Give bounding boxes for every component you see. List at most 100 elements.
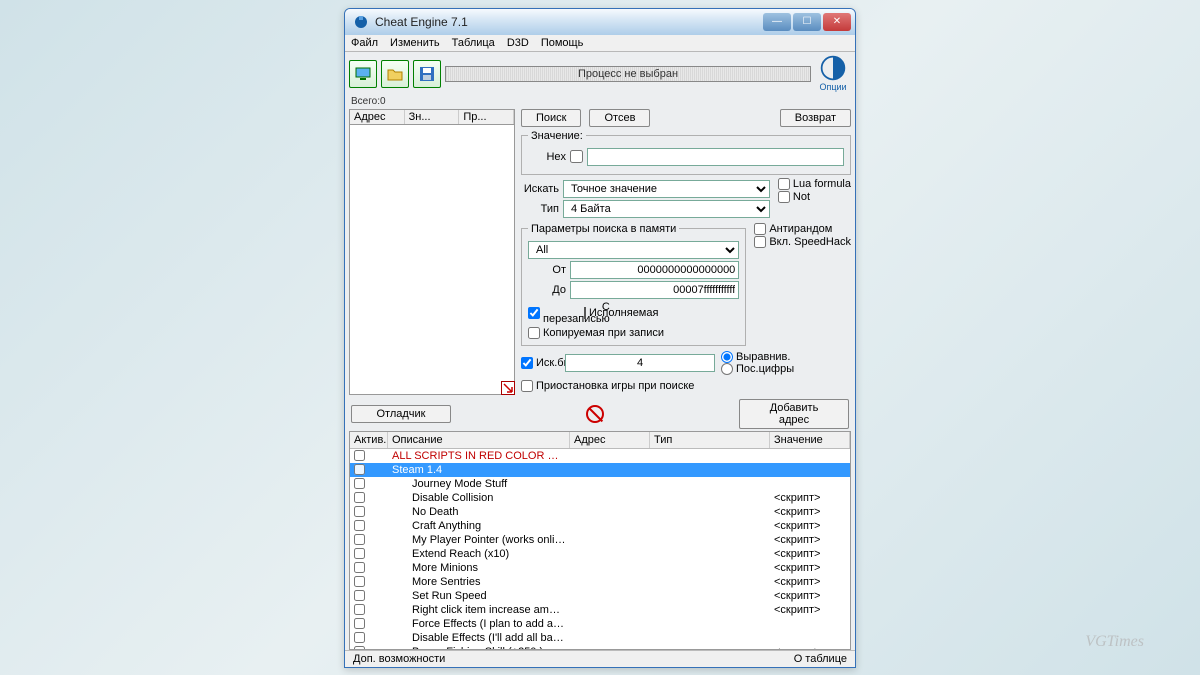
- select-process-button[interactable]: [349, 60, 377, 88]
- row-description: My Player Pointer (works online + offlin…: [388, 533, 570, 547]
- open-button[interactable]: [381, 60, 409, 88]
- close-button[interactable]: ✕: [823, 13, 851, 31]
- debugger-button[interactable]: Отладчик: [351, 405, 451, 423]
- row-address: [570, 547, 650, 561]
- maximize-button[interactable]: ☐: [793, 13, 821, 31]
- monitor-icon: [354, 65, 372, 83]
- row-active-checkbox[interactable]: [354, 520, 365, 531]
- menu-help[interactable]: Помощь: [541, 37, 584, 49]
- col-value[interactable]: Зн...: [405, 110, 460, 124]
- th-active[interactable]: Актив.: [350, 432, 388, 448]
- valuetype-select[interactable]: 4 Байта: [563, 200, 770, 218]
- copyonwrite-checkbox-row[interactable]: Копируемая при записи: [528, 327, 739, 339]
- table-row[interactable]: Craft Anything<скрипт>: [350, 519, 850, 533]
- col-prev[interactable]: Пр...: [459, 110, 514, 124]
- table-row[interactable]: More Sentries<скрипт>: [350, 575, 850, 589]
- row-active-checkbox[interactable]: [354, 590, 365, 601]
- to-input[interactable]: [570, 281, 739, 299]
- executable-checkbox[interactable]: [584, 307, 586, 319]
- th-desc[interactable]: Описание: [388, 432, 570, 448]
- lastdigits-radio[interactable]: [721, 363, 733, 375]
- from-input[interactable]: [570, 261, 739, 279]
- status-left[interactable]: Доп. возможности: [353, 653, 445, 665]
- lastdigits-radio-row[interactable]: Пос.цифры: [721, 363, 759, 375]
- copyonwrite-checkbox[interactable]: [528, 327, 540, 339]
- table-row[interactable]: Journey Mode Stuff: [350, 477, 850, 491]
- titlebar[interactable]: Cheat Engine 7.1 — ☐ ✕: [345, 9, 855, 35]
- table-row[interactable]: Right click item increase amount<скрипт>: [350, 603, 850, 617]
- menu-table[interactable]: Таблица: [452, 37, 495, 49]
- executable-checkbox-row[interactable]: Исполняемая: [584, 307, 622, 319]
- region-select[interactable]: All: [528, 241, 739, 259]
- table-row[interactable]: Steam 1.4: [350, 463, 850, 477]
- antirandom-checkbox[interactable]: [754, 223, 766, 235]
- table-row[interactable]: Extend Reach (x10)<скрипт>: [350, 547, 850, 561]
- pause-checkbox-row[interactable]: Приостановка игры при поиске: [521, 380, 851, 392]
- alignment-radio-row[interactable]: Выравнив.: [721, 351, 759, 363]
- row-address: [570, 505, 650, 519]
- row-active-checkbox[interactable]: [354, 478, 365, 489]
- table-row[interactable]: Set Run Speed<скрипт>: [350, 589, 850, 603]
- row-value: <скрипт>: [770, 645, 850, 649]
- row-description: Disable Effects (I'll add all bad effect…: [388, 631, 570, 645]
- table-row[interactable]: Disable Effects (I'll add all bad effect…: [350, 631, 850, 645]
- row-value: <скрипт>: [770, 519, 850, 533]
- row-active-checkbox[interactable]: [354, 506, 365, 517]
- writable-checkbox-row[interactable]: С перезаписью: [528, 301, 566, 325]
- th-type[interactable]: Тип: [650, 432, 770, 448]
- pause-checkbox[interactable]: [521, 380, 533, 392]
- row-active-checkbox[interactable]: [354, 492, 365, 503]
- menu-edit[interactable]: Изменить: [390, 37, 440, 49]
- th-addr[interactable]: Адрес: [570, 432, 650, 448]
- row-active-checkbox[interactable]: [354, 450, 365, 461]
- not-checkbox-row[interactable]: Not: [778, 191, 851, 203]
- row-active-checkbox[interactable]: [354, 534, 365, 545]
- row-active-checkbox[interactable]: [354, 646, 365, 649]
- table-row[interactable]: ALL SCRIPTS IN RED COLOR HAVE NOT BEEN U…: [350, 449, 850, 463]
- next-scan-button[interactable]: Отсев: [589, 109, 650, 127]
- writable-checkbox[interactable]: [528, 307, 540, 319]
- row-active-checkbox[interactable]: [354, 548, 365, 559]
- minimize-button[interactable]: —: [763, 13, 791, 31]
- row-active-checkbox[interactable]: [354, 576, 365, 587]
- table-row[interactable]: No Death<скрипт>: [350, 505, 850, 519]
- fastscan-value[interactable]: [565, 354, 715, 372]
- row-active-checkbox[interactable]: [354, 562, 365, 573]
- status-right[interactable]: О таблице: [794, 653, 847, 665]
- speedhack-checkbox-row[interactable]: Вкл. SpeedHack: [754, 236, 851, 248]
- menu-d3d[interactable]: D3D: [507, 37, 529, 49]
- col-address[interactable]: Адрес: [350, 110, 405, 124]
- first-scan-button[interactable]: Поиск: [521, 109, 581, 127]
- value-input[interactable]: [587, 148, 844, 166]
- fastscan-checkbox-row[interactable]: Иск.быст.: [521, 357, 559, 369]
- undo-scan-button[interactable]: Возврат: [780, 109, 851, 127]
- table-row[interactable]: More Minions<скрипт>: [350, 561, 850, 575]
- lua-checkbox[interactable]: [778, 178, 790, 190]
- menu-file[interactable]: Файл: [351, 37, 378, 49]
- process-label[interactable]: Процесс не выбран: [445, 66, 811, 82]
- table-row[interactable]: My Player Pointer (works online + offlin…: [350, 533, 850, 547]
- cheat-table-body[interactable]: ALL SCRIPTS IN RED COLOR HAVE NOT BEEN U…: [350, 449, 850, 649]
- row-active-checkbox[interactable]: [354, 604, 365, 615]
- table-row[interactable]: Disable Collision<скрипт>: [350, 491, 850, 505]
- row-active-checkbox[interactable]: [354, 464, 365, 475]
- row-description: Extend Reach (x10): [388, 547, 570, 561]
- antirandom-checkbox-row[interactable]: Антирандом: [754, 223, 851, 235]
- add-address-button[interactable]: Добавить адрес: [739, 399, 849, 429]
- not-checkbox[interactable]: [778, 191, 790, 203]
- speedhack-checkbox[interactable]: [754, 236, 766, 248]
- th-value[interactable]: Значение: [770, 432, 850, 448]
- table-row[interactable]: Bonus Fishing Skill (+250 )<скрипт>: [350, 645, 850, 649]
- alignment-radio[interactable]: [721, 351, 733, 363]
- row-active-checkbox[interactable]: [354, 618, 365, 629]
- add-to-list-icon[interactable]: [501, 381, 515, 395]
- options-logo[interactable]: Опции: [815, 54, 851, 94]
- fastscan-checkbox[interactable]: [521, 357, 533, 369]
- lua-checkbox-row[interactable]: Lua formula: [778, 178, 851, 190]
- hex-checkbox[interactable]: [570, 150, 583, 163]
- save-button[interactable]: [413, 60, 441, 88]
- results-list[interactable]: [349, 125, 515, 395]
- table-row[interactable]: Force Effects (I plan to add all of them…: [350, 617, 850, 631]
- row-active-checkbox[interactable]: [354, 632, 365, 643]
- scantype-select[interactable]: Точное значение: [563, 180, 770, 198]
